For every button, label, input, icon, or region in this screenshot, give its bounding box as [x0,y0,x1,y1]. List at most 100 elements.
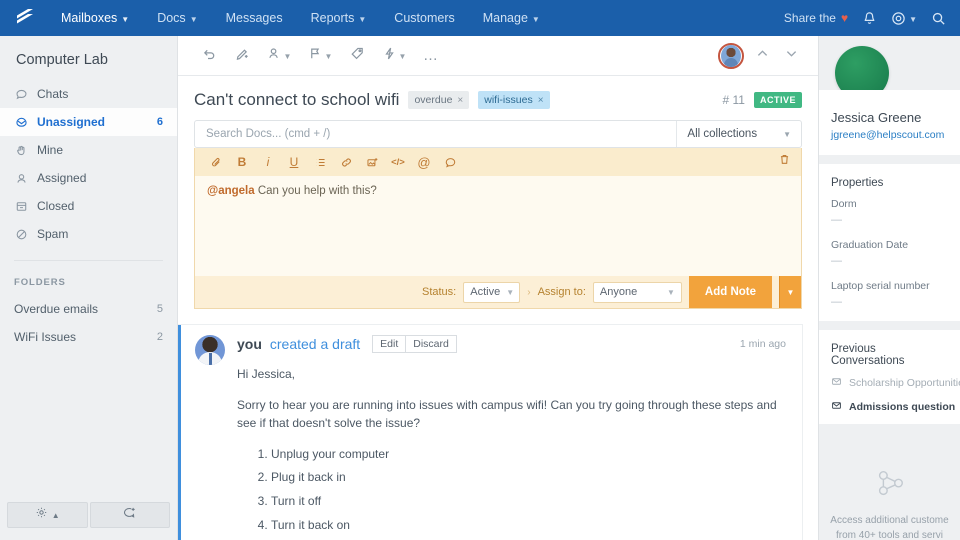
avatar [195,335,225,365]
tag-label: wifi-issues [484,94,533,106]
bell-icon[interactable] [862,11,877,26]
chevron-down-icon: ▼ [506,287,515,297]
nav-right-group: Share the ♥ ▼ [784,11,946,26]
list-icon[interactable] [309,151,331,173]
nav-manage[interactable]: Manage ▼ [470,5,553,31]
sidebar-item-closed[interactable]: Closed [0,192,177,220]
lifebuoy-icon[interactable]: ▼ [891,11,917,26]
sidebar-item-label: Chats [37,87,69,101]
nav-mailboxes[interactable]: Mailboxes ▼ [48,5,142,31]
assignee-select[interactable]: Anyone ▼ [592,281,682,303]
sidebar-item-spam[interactable]: Spam [0,220,177,248]
folder-item-wifi-issues[interactable]: WiFi Issues 2 [0,323,177,351]
chevron-down-icon: ▼ [121,14,130,24]
folder-item-overdue-emails[interactable]: Overdue emails 5 [0,295,177,323]
helpscout-logo-icon[interactable] [12,5,38,31]
folder-count: 5 [156,303,163,315]
note-text-area[interactable]: @angela Can you help with this? [195,176,801,276]
more-button[interactable]: … [416,42,446,70]
property-label: Graduation Date [831,239,909,251]
property-label: Laptop serial number [831,280,930,292]
close-icon[interactable]: × [538,95,544,106]
tag-wifi-issues[interactable]: wifi-issues × [478,91,550,109]
mention-icon[interactable]: @ [413,151,435,173]
chevron-down-icon: ▼ [324,52,333,61]
conversation-toolbar: ▼ ▼ ▼ … [178,36,818,76]
heart-icon: ♥ [840,11,849,25]
chevron-down-icon: ▼ [398,52,407,61]
gear-icon [35,506,48,524]
property-graduation-date: Graduation Date — [819,239,960,280]
assign-label: Assign to: [537,286,586,298]
conversation-number: # 11 [722,93,745,107]
link-icon[interactable] [335,151,357,173]
primary-nav-items: Mailboxes ▼ Docs ▼ Messages Reports ▼ Cu… [48,5,553,31]
thread-body: Hi Jessica, Sorry to hear you are runnin… [237,353,786,534]
edit-draft-button[interactable]: Edit [372,335,407,353]
collections-select[interactable]: All collections ▼ [676,121,801,147]
tag-overdue[interactable]: overdue × [408,91,470,109]
search-icon[interactable] [931,11,946,26]
nav-messages[interactable]: Messages [213,5,296,31]
assign-button[interactable]: ▼ [260,42,298,70]
search-input[interactable] [195,128,677,140]
property-value[interactable]: — [831,251,948,267]
underline-icon[interactable]: U [283,151,305,173]
customer-email[interactable]: jgreene@helpscout.com [831,129,948,141]
share-the-love-button[interactable]: Share the ♥ [784,11,848,25]
add-note-button[interactable]: Add Note [688,276,772,308]
app-body: Computer Lab Chats Unassigned 6 Mine Ass… [0,36,960,540]
new-conversation-button[interactable] [89,502,170,528]
archive-icon [14,199,28,213]
close-icon[interactable]: × [457,95,463,106]
sidebar-item-chats[interactable]: Chats [0,80,177,108]
sidebar-item-mine[interactable]: Mine [0,136,177,164]
tag-button[interactable] [342,42,372,70]
network-nodes-icon [827,467,952,506]
edit-button[interactable] [227,42,257,70]
settings-button[interactable]: ▲ [7,502,88,528]
next-conversation-button[interactable] [781,44,802,68]
nav-docs[interactable]: Docs ▼ [144,5,210,31]
attach-icon[interactable] [205,151,227,173]
property-laptop-serial-number: Laptop serial number — [819,280,960,321]
delete-note-button[interactable] [778,153,791,171]
thread-author: you [237,336,262,352]
flag-button[interactable]: ▼ [301,42,339,70]
note-editor-wrapper: All collections ▼ B i U [178,120,818,309]
customer-identity: Jessica Greene jgreene@helpscout.com [819,90,960,155]
previous-conversation-button[interactable] [752,44,773,68]
sidebar-item-label: Unassigned [37,115,106,129]
nav-messages-label: Messages [225,11,283,25]
ellipsis-icon: … [423,46,439,64]
apps-promo: Access additional custome from 40+ tools… [819,433,960,540]
discard-draft-button[interactable]: Discard [406,335,457,353]
status-select[interactable]: Active ▼ [463,281,521,303]
assignee-avatar[interactable] [718,42,744,69]
undo-button[interactable] [194,42,224,70]
image-icon[interactable] [361,151,383,173]
nav-reports[interactable]: Reports ▼ [298,5,380,31]
previous-conversation-item[interactable]: Admissions question [819,400,960,424]
previous-conversation-item[interactable]: Scholarship Opportunities? [819,376,960,400]
panel-divider [819,424,960,433]
italic-icon[interactable]: i [257,151,279,173]
sidebar-item-unassigned[interactable]: Unassigned 6 [0,108,177,136]
code-icon[interactable]: </> [387,151,409,173]
conversation-nav-group [718,42,802,69]
property-value[interactable]: — [831,292,948,308]
draft-greeting: Hi Jessica, [237,367,296,381]
workflow-button[interactable]: ▼ [375,42,413,70]
draft-actions: Edit Discard [372,335,457,353]
bold-icon[interactable]: B [231,151,253,173]
add-note-dropdown-button[interactable]: ▼ [779,276,801,308]
sidebar-item-label: Closed [37,199,75,213]
customer-name: Jessica Greene [831,110,922,125]
nav-customers[interactable]: Customers [381,5,467,31]
sidebar-item-assigned[interactable]: Assigned [0,164,177,192]
nav-docs-label: Docs [157,11,186,25]
envelope-icon [831,400,842,414]
apps-promo-line1: Access additional custome [830,515,949,526]
property-value[interactable]: — [831,210,948,226]
emoji-icon[interactable] [439,151,461,173]
